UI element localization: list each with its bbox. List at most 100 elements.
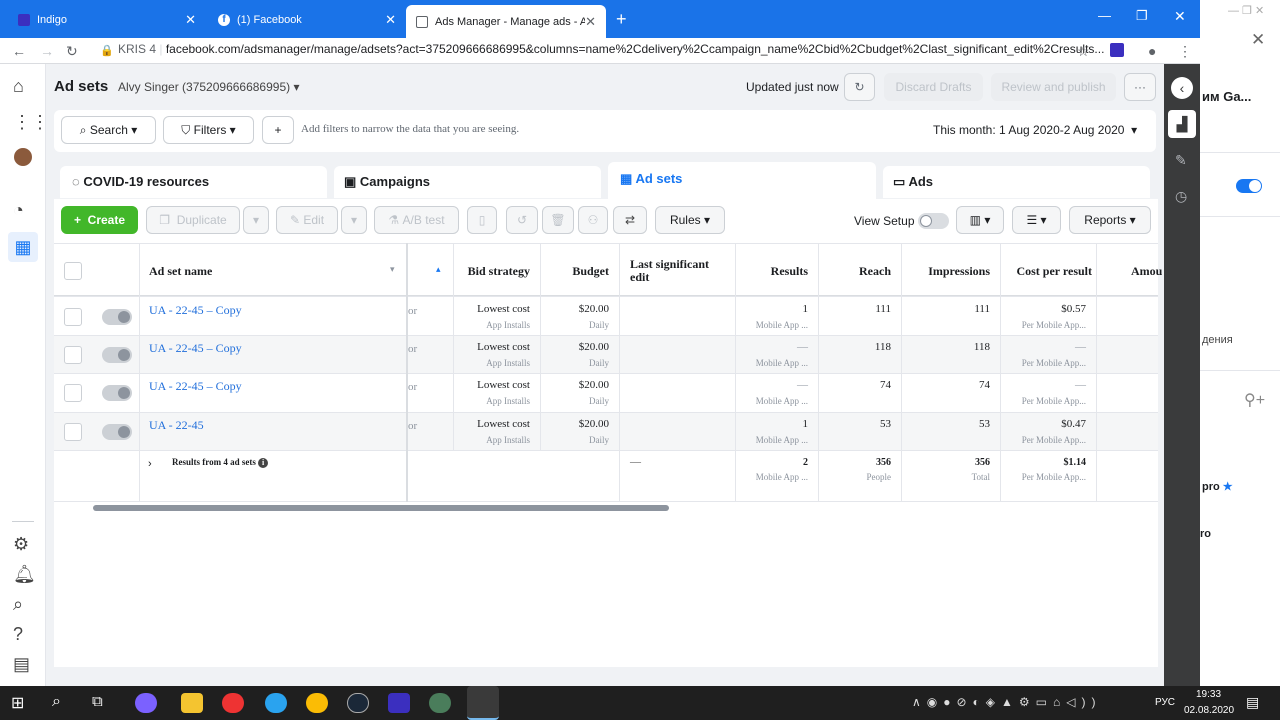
create-button[interactable]: + Create — [61, 206, 138, 234]
add-person-icon[interactable]: ⚲+ — [1244, 390, 1265, 410]
tab-covid-resources[interactable]: ◌ COVID-19 resources — [60, 166, 327, 198]
column-header-last-edit[interactable]: Last significant edit — [630, 258, 730, 284]
help-icon[interactable]: ? — [13, 624, 23, 645]
all-tools-icon[interactable]: ⋮⋮ — [13, 112, 49, 133]
date-range-picker[interactable]: This month: 1 Aug 2020-2 Aug 2020 ▾ — [933, 123, 1137, 137]
column-header-budget[interactable]: Budget — [554, 264, 609, 279]
search-icon[interactable]: ⌕ — [52, 693, 61, 711]
clock-time[interactable]: 19:33 — [1196, 689, 1221, 700]
speedometer-icon[interactable]: ◔ — [13, 200, 24, 221]
refresh-button[interactable]: ↻ — [844, 73, 875, 101]
close-tab-icon[interactable]: ✕ — [385, 12, 396, 28]
account-selector[interactable]: Alvy Singer (375209666686995) ▾ — [118, 80, 300, 94]
tab-facebook[interactable]: f (1) Facebook ✕ — [208, 6, 406, 34]
extension-icon[interactable] — [1110, 43, 1124, 57]
task-view-icon[interactable]: ⧉ — [92, 693, 103, 710]
search-button[interactable]: ⌕ Search ▾ — [61, 116, 156, 144]
close-window-icon[interactable]: ✕ — [1174, 8, 1186, 25]
yandex-browser-icon[interactable] — [222, 693, 244, 713]
back-icon[interactable]: ← — [12, 43, 26, 59]
delete-button[interactable]: 🗑︎ — [542, 206, 574, 234]
ad-set-name-link[interactable]: UA - 22-45 – Copy — [149, 303, 242, 318]
cortana-app-icon[interactable] — [135, 693, 157, 713]
column-header-amount[interactable]: Amou — [1131, 264, 1162, 279]
tab-ads-manager[interactable]: Ads Manager - Manage ads - Ad ✕ — [406, 5, 606, 38]
reports-button[interactable]: Reports ▾ — [1069, 206, 1151, 234]
tab-indigo[interactable]: Indigo ✕ — [8, 6, 206, 34]
report-icon[interactable]: ▤ — [13, 654, 30, 675]
column-header-impressions[interactable]: Impressions — [912, 264, 990, 279]
language-indicator[interactable]: РУС — [1155, 697, 1175, 708]
gear-icon[interactable]: ⚙ — [13, 534, 29, 555]
filters-button[interactable]: ⛉ Filters ▾ — [163, 116, 254, 144]
view-setup-toggle[interactable] — [918, 213, 949, 229]
tab-campaigns[interactable]: ▣ Campaigns — [334, 166, 601, 198]
ab-test-button[interactable]: ⚗ A/B test — [374, 206, 459, 234]
ad-set-name-link[interactable]: UA - 22-45 – Copy — [149, 341, 242, 356]
chevron-right-icon[interactable]: › — [148, 458, 152, 470]
home-icon[interactable]: ⌂ — [13, 76, 24, 97]
row-checkbox[interactable] — [64, 308, 82, 326]
column-header-reach[interactable]: Reach — [834, 264, 891, 279]
table-row[interactable]: UA - 22-45 – Copy or Lowest cost App Ins… — [54, 373, 1158, 412]
column-header-bid[interactable]: Bid strategy — [462, 264, 530, 279]
close-tab-icon[interactable]: ✕ — [585, 14, 596, 30]
info-icon[interactable]: i — [258, 458, 269, 468]
account-icon[interactable]: ● — [1148, 43, 1156, 59]
file-explorer-icon[interactable] — [181, 693, 203, 713]
export-button[interactable]: ⇄ — [613, 206, 647, 234]
telegram-icon[interactable] — [265, 693, 287, 713]
column-header-results[interactable]: Results — [744, 264, 808, 279]
toggle-switch[interactable] — [1236, 179, 1262, 193]
ad-set-name-link[interactable]: UA - 22-45 – Copy — [149, 379, 242, 394]
bookmark-star-icon[interactable]: ☆ — [1077, 43, 1090, 60]
browser-menu-icon[interactable]: ⋮ — [1178, 43, 1192, 60]
tab-ads[interactable]: ▭ Ads — [883, 166, 1150, 198]
notifications-icon[interactable]: ▤ — [1246, 694, 1259, 711]
duplicate-button[interactable]: ❐ Duplicate — [146, 206, 240, 234]
add-filter-button[interactable]: + — [262, 116, 294, 144]
indigo-app-icon[interactable] — [388, 693, 410, 713]
row-checkbox[interactable] — [64, 423, 82, 441]
filter-input[interactable]: Add filters to narrow the data that you … — [301, 123, 519, 135]
breakdown-button[interactable]: ☰ ▾ — [1012, 206, 1061, 234]
discard-drafts-button[interactable]: Discard Drafts — [884, 73, 983, 101]
clock-date[interactable]: 02.08.2020 — [1184, 705, 1234, 716]
steam-icon[interactable] — [347, 693, 369, 713]
url-field[interactable]: KRIS 4 | facebook.com/adsmanager/manage/… — [118, 42, 1104, 56]
app-icon[interactable] — [429, 693, 451, 713]
search-icon[interactable]: ⌕ — [13, 594, 23, 615]
new-tab-icon[interactable]: + — [616, 9, 627, 30]
select-all-checkbox[interactable] — [64, 262, 82, 280]
delivery-toggle[interactable] — [102, 385, 132, 401]
table-row[interactable]: UA - 22-45 – Copy or Lowest cost App Ins… — [54, 296, 1158, 335]
row-checkbox[interactable] — [64, 384, 82, 402]
ads-manager-nav-icon[interactable]: ▦ — [8, 232, 38, 262]
ad-set-name-link[interactable]: UA - 22-45 — [149, 418, 204, 433]
undo-button[interactable]: ↺ — [506, 206, 538, 234]
avatar[interactable] — [14, 148, 32, 166]
audience-button[interactable]: ⚇ — [578, 206, 608, 234]
more-button[interactable]: ··· — [1124, 73, 1156, 101]
duplicate-dropdown[interactable]: ▾ — [243, 206, 269, 234]
table-row[interactable]: UA - 22-45 or Lowest cost App Installs $… — [54, 412, 1158, 450]
edit-dropdown[interactable]: ▾ — [341, 206, 367, 234]
delivery-toggle[interactable] — [102, 424, 132, 440]
column-header-name[interactable]: Ad set name — [149, 264, 212, 279]
tab-ad-sets[interactable]: ▦ Ad sets — [608, 162, 876, 200]
active-app-icon[interactable] — [467, 686, 499, 720]
minimize-icon[interactable]: — — [1098, 8, 1111, 23]
horizontal-scrollbar[interactable] — [93, 505, 669, 511]
column-header-cost-per-result[interactable]: Cost per result — [1004, 264, 1092, 279]
reload-icon[interactable]: ↻ — [66, 43, 78, 60]
chart-icon[interactable]: ▟ — [1168, 110, 1196, 138]
row-checkbox[interactable] — [64, 346, 82, 364]
clock-icon[interactable]: ◷ — [1175, 188, 1187, 205]
windows-start-icon[interactable]: ⊞ — [11, 693, 24, 713]
rules-button[interactable]: Rules ▾ — [655, 206, 725, 234]
collapse-icon[interactable]: ‹ — [1171, 77, 1193, 99]
sort-icon[interactable]: ▾ — [390, 264, 395, 275]
pencil-icon[interactable]: ✎ — [1175, 152, 1187, 169]
maximize-icon[interactable]: ❐ — [1136, 8, 1148, 24]
chrome-icon[interactable] — [306, 693, 328, 713]
